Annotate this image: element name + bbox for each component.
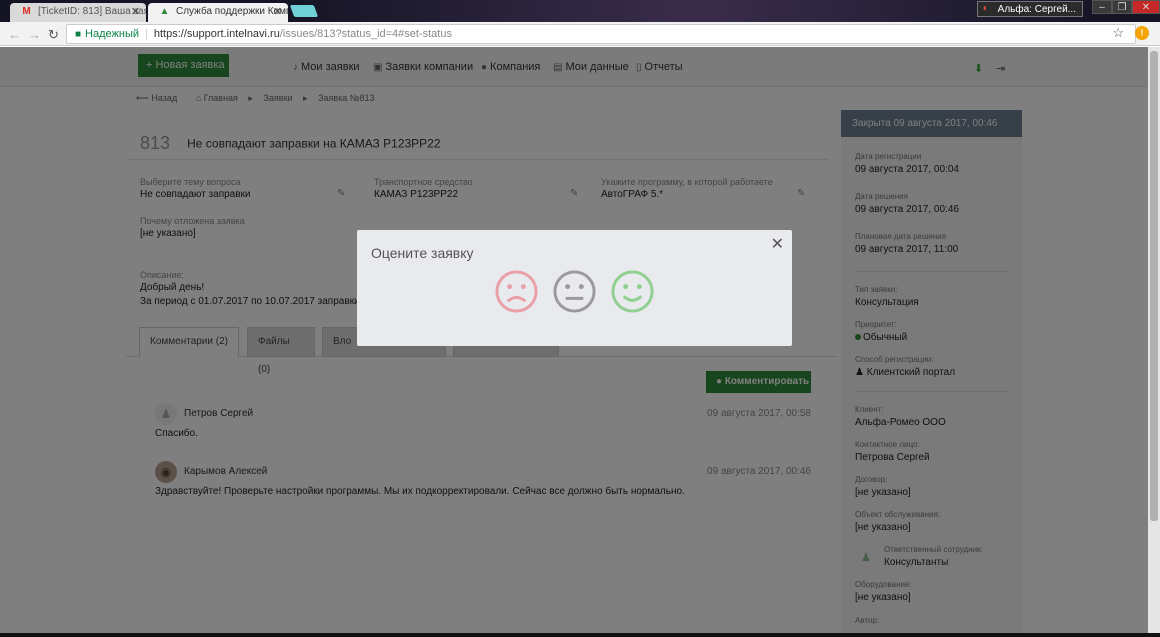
reload-icon[interactable]: ↻	[48, 27, 59, 43]
close-icon[interactable]: ✕	[771, 234, 784, 254]
browser-tab-gmail[interactable]: M [TicketID: 813] Ваша заявка ✕	[10, 3, 146, 22]
close-tab-icon[interactable]: ✕	[131, 5, 140, 18]
scrollbar[interactable]	[1148, 47, 1160, 637]
url-host: https://support.intelnavi.ru	[153, 28, 280, 40]
lock-icon: ■	[75, 29, 82, 40]
browser-tab-label: Служба поддержки Компании	[176, 6, 288, 17]
close-tab-icon[interactable]: ✕	[273, 5, 282, 18]
browser-tab-bar: M [TicketID: 813] Ваша заявка ✕ ▲ Служба…	[0, 0, 1160, 22]
os-taskbar	[0, 633, 1160, 637]
url-path: /issues/813?status_id=4#set-status	[279, 28, 452, 40]
minimize-button[interactable]: ‒	[1092, 0, 1112, 14]
bookmark-star-icon[interactable]: ☆	[1112, 25, 1124, 41]
new-tab-button[interactable]	[289, 5, 319, 17]
extension-icon[interactable]: !	[1135, 26, 1149, 40]
support-icon: ▲	[159, 6, 170, 17]
rating-modal: Оцените заявку ✕	[357, 230, 792, 346]
modal-title: Оцените заявку	[371, 245, 474, 261]
secure-label: Надежный	[85, 28, 140, 40]
address-bar: ← → ↻ ■ Надежный | https://support.intelnav…	[0, 22, 1160, 46]
page: + Новая заявка ♪Мои заявки ▣Заявки компа…	[0, 47, 1148, 637]
profile-icon: ◐	[982, 3, 989, 14]
browser-tab-support[interactable]: ▲ Служба поддержки Компании ✕	[148, 3, 288, 22]
url-input[interactable]: ■ Надежный | https://support.intelnavi.ru/i…	[66, 24, 1136, 44]
forward-arrow-icon[interactable]: →	[28, 27, 41, 42]
profile-button[interactable]: ◐ Альфа: Сергей...	[976, 1, 1083, 17]
neutral-face-icon[interactable]	[552, 269, 597, 314]
happy-face-icon[interactable]	[610, 269, 655, 314]
restore-button[interactable]: ❐	[1112, 0, 1132, 14]
profile-name: Альфа: Сергей...	[997, 4, 1076, 15]
back-arrow-icon[interactable]: ←	[8, 27, 21, 42]
gmail-icon: M	[22, 6, 31, 17]
sad-face-icon[interactable]	[494, 269, 539, 314]
scrollbar-thumb[interactable]	[1150, 51, 1158, 521]
close-window-button[interactable]: ✕	[1132, 0, 1160, 14]
